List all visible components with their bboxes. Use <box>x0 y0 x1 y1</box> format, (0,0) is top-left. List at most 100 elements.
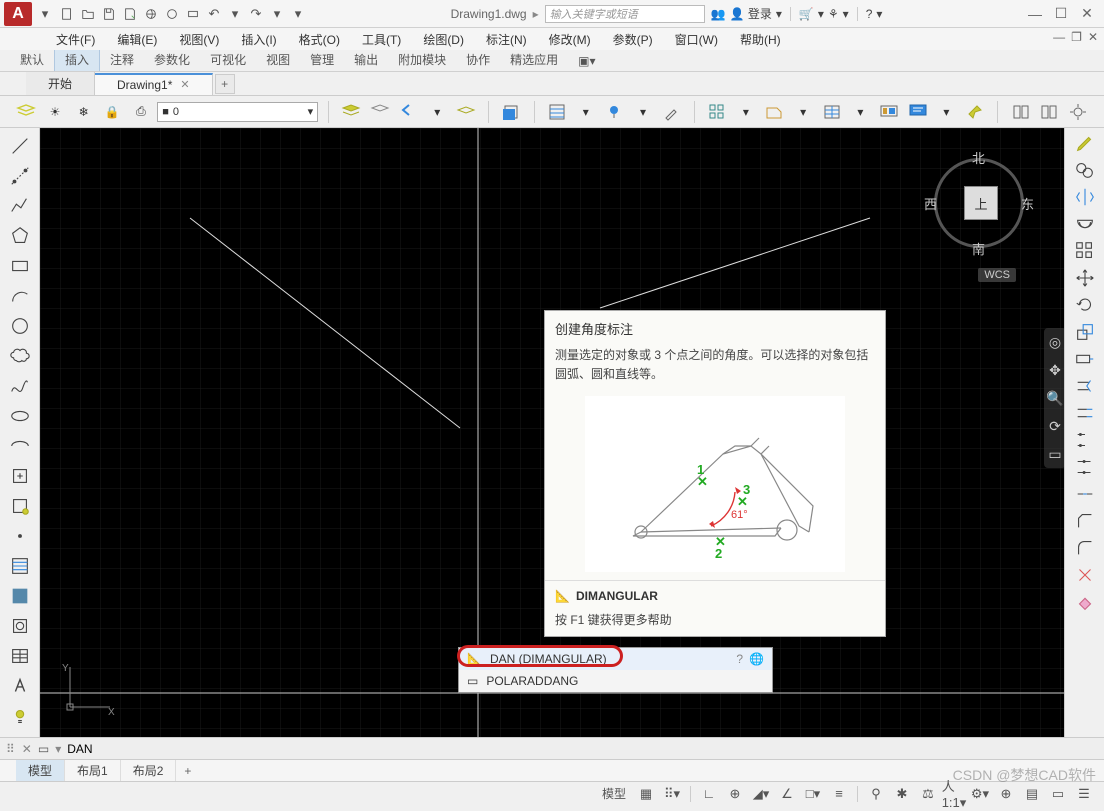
new-tab-button[interactable]: + <box>215 74 235 94</box>
viewcube-face-top[interactable]: 上 <box>964 186 998 220</box>
workspace-switch-icon[interactable]: ⚙▾ <box>968 784 992 804</box>
make-block-tool[interactable] <box>4 492 36 520</box>
menu-draw[interactable]: 绘图(D) <box>413 29 474 50</box>
orbit-icon[interactable]: ⟳ <box>1044 412 1064 440</box>
web-save-icon[interactable] <box>163 5 181 23</box>
drawing-canvas[interactable]: Y X 上 北 南 东 西 WCS ◎ ✥ 🔍 ⟳ ▭ 创建角度标注 测量选定的… <box>40 128 1064 737</box>
gear-icon[interactable] <box>1066 99 1091 125</box>
break-at-point-tool[interactable] <box>1074 456 1096 481</box>
saveas-icon[interactable] <box>121 5 139 23</box>
polygon-tool[interactable] <box>4 222 36 250</box>
ribbon-tab-collab[interactable]: 协作 <box>456 48 500 71</box>
layer-freeze-icon[interactable]: ❄ <box>71 99 96 125</box>
ribbon-tab-featured[interactable]: 精选应用 <box>500 48 568 71</box>
offset-tool[interactable] <box>1074 213 1096 238</box>
hatch-icon[interactable] <box>499 99 524 125</box>
anno-monitor-icon[interactable]: ⊕ <box>994 784 1018 804</box>
menu-view[interactable]: 视图(V) <box>169 29 229 50</box>
dropdown-icon[interactable]: ▾ <box>631 99 656 125</box>
ribbon-tab-addins[interactable]: 附加模块 <box>388 48 456 71</box>
mirror-tool[interactable] <box>1074 186 1096 211</box>
ribbon-tab-more-icon[interactable]: ▣▾ <box>568 51 605 71</box>
menu-format[interactable]: 格式(O) <box>289 29 350 50</box>
layer-states-icon[interactable] <box>339 99 364 125</box>
gradient-tool[interactable] <box>4 582 36 610</box>
isodraft-icon[interactable]: ◢▾ <box>749 784 773 804</box>
anno-auto-icon[interactable]: ⚖ <box>916 784 940 804</box>
menu-edit[interactable]: 编辑(E) <box>107 29 167 50</box>
layer-combo[interactable]: ■ 0▾ <box>157 102 318 122</box>
save-icon[interactable] <box>100 5 118 23</box>
doc-minimize-icon[interactable]: — <box>1053 30 1065 44</box>
title-dropdown-icon[interactable]: ▸ <box>533 7 539 21</box>
help-dropdown-icon[interactable]: ▾ <box>876 7 882 21</box>
quick-props-icon[interactable]: ▭ <box>1046 784 1070 804</box>
ribbon-tab-insert[interactable]: 插入 <box>54 47 100 71</box>
copy-tool[interactable] <box>1074 159 1096 184</box>
ellipse-tool[interactable] <box>4 402 36 430</box>
layer-plot-icon[interactable]: ⎙ <box>129 99 154 125</box>
osnap-toggle-icon[interactable]: □▾ <box>801 784 825 804</box>
text-tool[interactable] <box>4 672 36 700</box>
undo-icon[interactable]: ↶ <box>205 5 223 23</box>
hatch-pattern-icon[interactable] <box>545 99 570 125</box>
command-line[interactable]: ⠿ ✕ ▭ ▾ <box>0 737 1104 759</box>
nav-wheel-icon[interactable]: ◎ <box>1044 328 1064 356</box>
signin-icon[interactable]: 👥 <box>711 7 726 21</box>
customize-icon[interactable]: ☰ <box>1072 784 1096 804</box>
file-tab-drawing1[interactable]: Drawing1* ✕ <box>95 73 213 95</box>
polar-toggle-icon[interactable]: ⊕ <box>723 784 747 804</box>
group-icon[interactable] <box>877 99 902 125</box>
menu-file[interactable]: 文件(F) <box>46 29 105 50</box>
viewcube-east[interactable]: 东 <box>1021 194 1034 213</box>
command-input[interactable] <box>67 742 367 756</box>
dropdown-icon[interactable]: ▾ <box>573 99 598 125</box>
plot-icon[interactable] <box>184 5 202 23</box>
close-button[interactable]: ✕ <box>1078 5 1096 23</box>
help-icon[interactable]: ? <box>736 652 743 666</box>
revcloud-tool[interactable] <box>4 342 36 370</box>
ribbon-tab-manage[interactable]: 管理 <box>300 48 344 71</box>
layer-properties-icon[interactable] <box>14 99 39 125</box>
add-layout-button[interactable]: + <box>176 762 199 780</box>
menu-tools[interactable]: 工具(T) <box>352 29 411 50</box>
ribbon-tab-annotate[interactable]: 注释 <box>100 48 144 71</box>
erase-tool[interactable] <box>1074 591 1096 616</box>
viewcube-north[interactable]: 北 <box>972 148 985 167</box>
wcs-label[interactable]: WCS <box>978 268 1016 282</box>
dropdown-icon[interactable]: ▾ <box>934 99 959 125</box>
table-tool[interactable] <box>4 642 36 670</box>
ribbon-tab-parametric[interactable]: 参数化 <box>144 48 200 71</box>
grid-toggle-icon[interactable]: ▦ <box>634 784 658 804</box>
pencil-icon[interactable] <box>1074 132 1096 157</box>
doc-close-icon[interactable]: ✕ <box>1088 30 1098 44</box>
help-icon[interactable]: ? <box>866 7 873 21</box>
units-icon[interactable]: ▤ <box>1020 784 1044 804</box>
cart-icon[interactable]: 🛒 <box>799 7 814 21</box>
suggestion-dimangular[interactable]: 📐 DAN (DIMANGULAR) ?🌐 <box>459 648 772 670</box>
undo-dropdown-icon[interactable]: ▾ <box>226 5 244 23</box>
suggestion-polaraddang[interactable]: ▭ POLARADDANG <box>459 670 772 692</box>
ribbon-tab-view[interactable]: 视图 <box>256 48 300 71</box>
model-tab[interactable]: 模型 <box>16 760 65 781</box>
pan-icon[interactable]: ✥ <box>1044 356 1064 384</box>
zoom-icon[interactable]: 🔍 <box>1044 384 1064 412</box>
dropdown-icon[interactable]: ▾ <box>843 7 849 21</box>
rotate-tool[interactable] <box>1074 294 1096 319</box>
new-icon[interactable] <box>58 5 76 23</box>
fillet-tool[interactable] <box>1074 537 1096 562</box>
layer-isolate-icon[interactable] <box>454 99 479 125</box>
logo-dropdown-icon[interactable]: ▾ <box>36 5 54 23</box>
menu-dimension[interactable]: 标注(N) <box>476 29 537 50</box>
light-tool[interactable] <box>4 702 36 730</box>
stretch-tool[interactable] <box>1074 348 1096 373</box>
dropdown-icon[interactable]: ▾ <box>734 99 759 125</box>
showmotion-icon[interactable]: ▭ <box>1044 440 1064 468</box>
layer-previous-icon[interactable] <box>396 99 421 125</box>
ribbon-tab-output[interactable]: 输出 <box>344 48 388 71</box>
layout1-tab[interactable]: 布局1 <box>65 760 121 781</box>
web-open-icon[interactable] <box>142 5 160 23</box>
open-icon[interactable] <box>79 5 97 23</box>
region-tool[interactable] <box>4 612 36 640</box>
signin-link[interactable]: 👤 登录 <box>730 5 772 22</box>
